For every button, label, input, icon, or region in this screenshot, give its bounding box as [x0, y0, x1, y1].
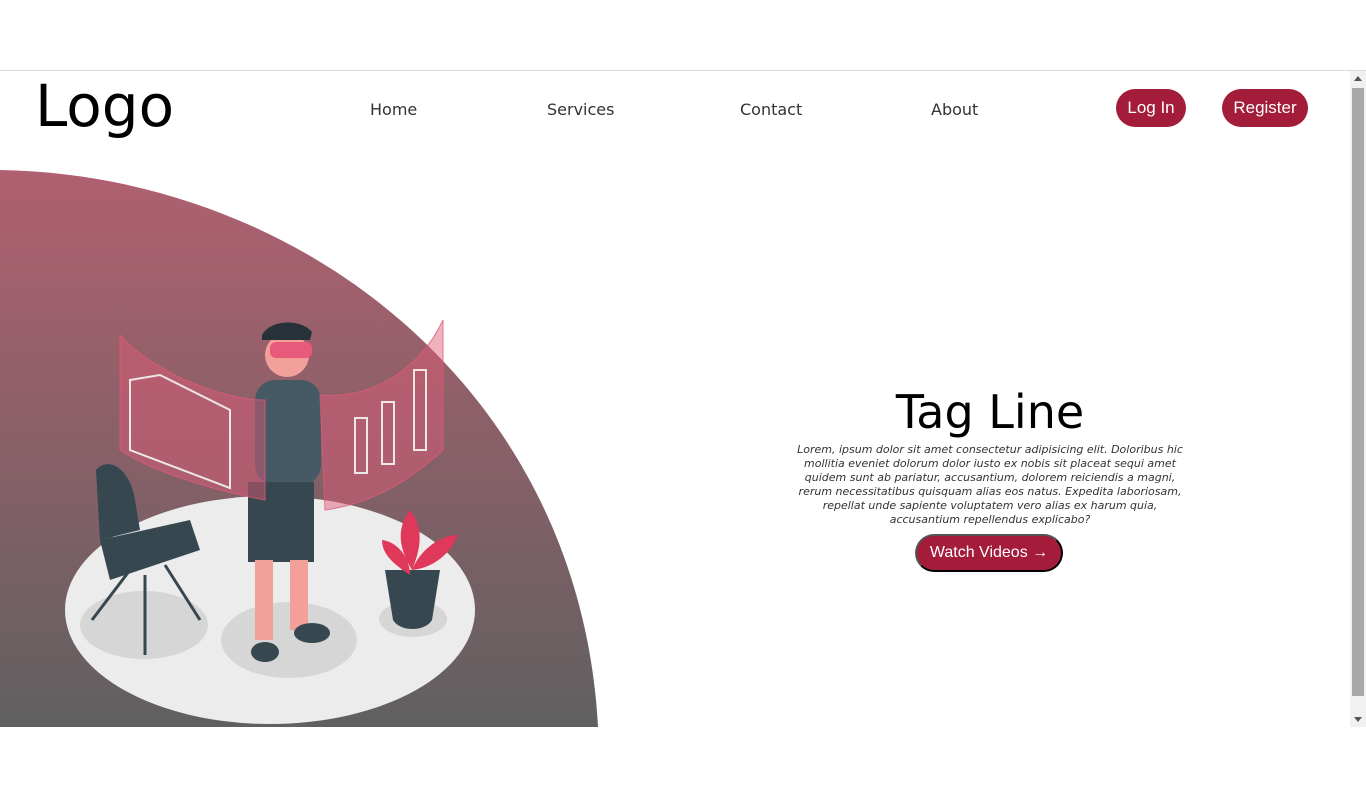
scroll-thumb[interactable]	[1352, 88, 1364, 696]
watch-videos-button[interactable]: Watch Videos →	[915, 534, 1063, 572]
nav-about[interactable]: About	[931, 100, 978, 119]
nav-services[interactable]: Services	[547, 100, 614, 119]
scroll-up-icon[interactable]	[1354, 76, 1362, 81]
login-button[interactable]: Log In	[1116, 89, 1186, 127]
scroll-down-icon[interactable]	[1354, 717, 1362, 722]
hero-tagline: Tag Line	[895, 385, 1085, 439]
nav-contact[interactable]: Contact	[740, 100, 802, 119]
hero-description: Lorem, ipsum dolor sit amet consectetur …	[797, 443, 1183, 526]
nav-home[interactable]: Home	[370, 100, 417, 119]
logo[interactable]: Logo	[35, 77, 174, 135]
vertical-scrollbar[interactable]	[1350, 71, 1366, 727]
page-viewport: Logo Home Services Contact About Log In …	[0, 71, 1366, 727]
hero-illustration	[0, 170, 598, 727]
register-button[interactable]: Register	[1222, 89, 1308, 127]
